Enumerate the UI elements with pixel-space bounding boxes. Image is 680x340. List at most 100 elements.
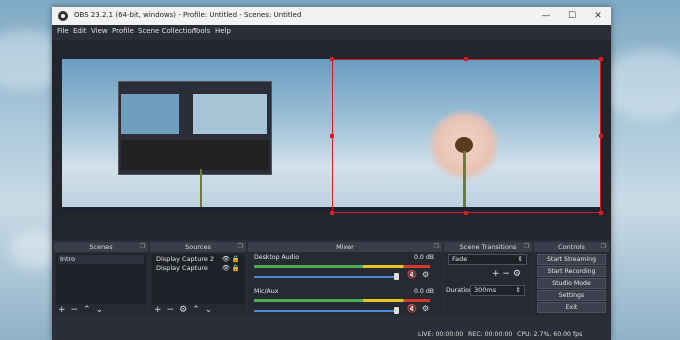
docks-row: Scenes ❐ Intro + − ⌃ ⌄ Sources ❐ Display Ca… (52, 242, 611, 316)
sources-toolbar: + − ⚙ ⌃ ⌄ (154, 305, 217, 315)
resize-handle[interactable] (599, 211, 603, 215)
resize-handle[interactable] (330, 57, 334, 61)
add-icon[interactable]: + (154, 305, 162, 315)
move-up-icon[interactable]: ⌃ (192, 305, 200, 315)
duration-value: 300ms (474, 286, 497, 294)
sources-header: Sources ❐ (150, 242, 246, 252)
menu-profile[interactable]: Profile (112, 27, 134, 35)
add-icon[interactable]: + (58, 305, 66, 315)
remove-icon[interactable]: − (167, 305, 175, 315)
eye-icon[interactable]: 👁 (222, 264, 230, 273)
remove-icon[interactable]: − (502, 269, 510, 279)
controls-title: Controls (558, 243, 585, 251)
display-capture-2-preview[interactable] (62, 59, 332, 213)
undock-icon[interactable]: ❐ (434, 242, 439, 252)
gear-icon[interactable]: ⚙ (422, 270, 429, 279)
resize-handle[interactable] (464, 211, 468, 215)
source-label: Display Capture 2 (156, 255, 215, 263)
move-down-icon[interactable]: ⌄ (205, 305, 213, 315)
controls-dock: Controls ❐ Start Streaming Start Recordi… (534, 242, 609, 316)
mixer-track-mic-aux: Mic/Aux 0.0 dB 🔇 ⚙ (248, 288, 442, 316)
remove-icon[interactable]: − (71, 305, 79, 315)
selection-box[interactable] (332, 59, 601, 213)
track-name: Desktop Audio (254, 254, 300, 261)
menu-scene-collection[interactable]: Scene Collection (138, 27, 196, 35)
obs-window: OBS 23.2.1 (64-bit, windows) - Profile: … (52, 7, 611, 340)
controls-header: Controls ❐ (534, 242, 609, 252)
mixer-title: Mixer (336, 243, 354, 251)
start-recording-button[interactable]: Start Recording (537, 266, 606, 277)
cpu-status: CPU: 2.7%, 60.00 fps (517, 331, 583, 338)
move-up-icon[interactable]: ⌃ (83, 305, 91, 315)
scenes-list: Intro (56, 254, 146, 304)
sources-title: Sources (185, 243, 211, 251)
menu-tools[interactable]: Tools (193, 27, 210, 35)
preview-canvas[interactable] (52, 40, 611, 240)
scenes-header: Scenes ❐ (54, 242, 148, 252)
live-status: LIVE: 00:00:00 (418, 331, 464, 338)
duration-field[interactable]: 300ms ⇕ (470, 285, 525, 296)
resize-handle[interactable] (599, 57, 603, 61)
menu-help[interactable]: Help (215, 27, 231, 35)
nested-obs-window (118, 81, 272, 175)
transition-selected: Fade (452, 255, 468, 263)
mixer-track-desktop-audio: Desktop Audio 0.0 dB 🔇 ⚙ (248, 254, 442, 284)
maximize-button[interactable]: ☐ (559, 7, 585, 25)
move-down-icon[interactable]: ⌄ (96, 305, 104, 315)
nested-preview-left (121, 94, 179, 134)
exit-button[interactable]: Exit (537, 302, 606, 313)
transition-toolbar: + − ⚙ (492, 269, 521, 279)
nested-preview-right (193, 94, 267, 134)
lock-icon[interactable]: 🔒 (232, 264, 240, 273)
resize-handle[interactable] (599, 134, 603, 138)
undock-icon[interactable]: ❐ (601, 242, 606, 252)
resize-handle[interactable] (464, 57, 468, 61)
eye-icon[interactable]: 👁 (222, 255, 230, 264)
transitions-dock: Scene Transitions ❐ Fade ⇕ + − ⚙ Duratio… (444, 242, 532, 316)
speaker-mute-icon[interactable]: 🔇 (407, 270, 417, 279)
scenes-dock: Scenes ❐ Intro + − ⌃ ⌄ (54, 242, 148, 316)
scenes-title: Scenes (89, 243, 113, 251)
scene-item[interactable]: Intro (58, 255, 144, 264)
undock-icon[interactable]: ❐ (238, 242, 243, 252)
lock-icon[interactable]: 🔒 (232, 255, 240, 264)
mixer-header: Mixer ❐ (248, 242, 442, 252)
menu-view[interactable]: View (91, 27, 108, 35)
resize-handle[interactable] (330, 134, 334, 138)
resize-handle[interactable] (330, 211, 334, 215)
transition-select[interactable]: Fade ⇕ (448, 254, 527, 265)
menu-bar: File Edit View Profile Scene Collection … (52, 25, 611, 39)
add-icon[interactable]: + (492, 269, 500, 279)
stepper-icon[interactable]: ⇕ (516, 286, 521, 295)
chevron-down-icon: ⇕ (517, 255, 523, 263)
menu-edit[interactable]: Edit (73, 27, 87, 35)
settings-button[interactable]: Settings (537, 290, 606, 301)
volume-slider[interactable] (254, 276, 396, 278)
duration-label: Duration (446, 287, 473, 294)
background-cloud (600, 50, 680, 120)
status-bar: LIVE: 00:00:00 REC: 00:00:00 CPU: 2.7%, … (52, 329, 611, 340)
speaker-mute-icon[interactable]: 🔇 (407, 304, 417, 313)
track-db: 0.0 dB (414, 288, 434, 295)
start-streaming-button[interactable]: Start Streaming (537, 254, 606, 265)
volume-slider-knob[interactable] (394, 307, 399, 314)
gear-icon[interactable]: ⚙ (179, 305, 187, 315)
transitions-header: Scene Transitions ❐ (444, 242, 532, 252)
volume-slider-knob[interactable] (394, 273, 399, 280)
undock-icon[interactable]: ❐ (524, 242, 529, 252)
source-item[interactable]: Display Capture 👁 🔒 (154, 264, 242, 273)
undock-icon[interactable]: ❐ (140, 242, 145, 252)
source-item[interactable]: Display Capture 2 👁 🔒 (154, 255, 242, 264)
nested-docks (121, 140, 269, 170)
volume-meter (254, 265, 430, 268)
studio-mode-button[interactable]: Studio Mode (537, 278, 606, 289)
transitions-title: Scene Transitions (459, 243, 517, 251)
close-button[interactable]: ✕ (585, 7, 611, 25)
gear-icon[interactable]: ⚙ (513, 269, 521, 279)
gear-icon[interactable]: ⚙ (422, 304, 429, 313)
volume-slider[interactable] (254, 310, 396, 312)
minimize-button[interactable]: — (533, 7, 559, 25)
track-name: Mic/Aux (254, 288, 279, 295)
preview-taskbar (62, 207, 332, 213)
menu-file[interactable]: File (57, 27, 69, 35)
